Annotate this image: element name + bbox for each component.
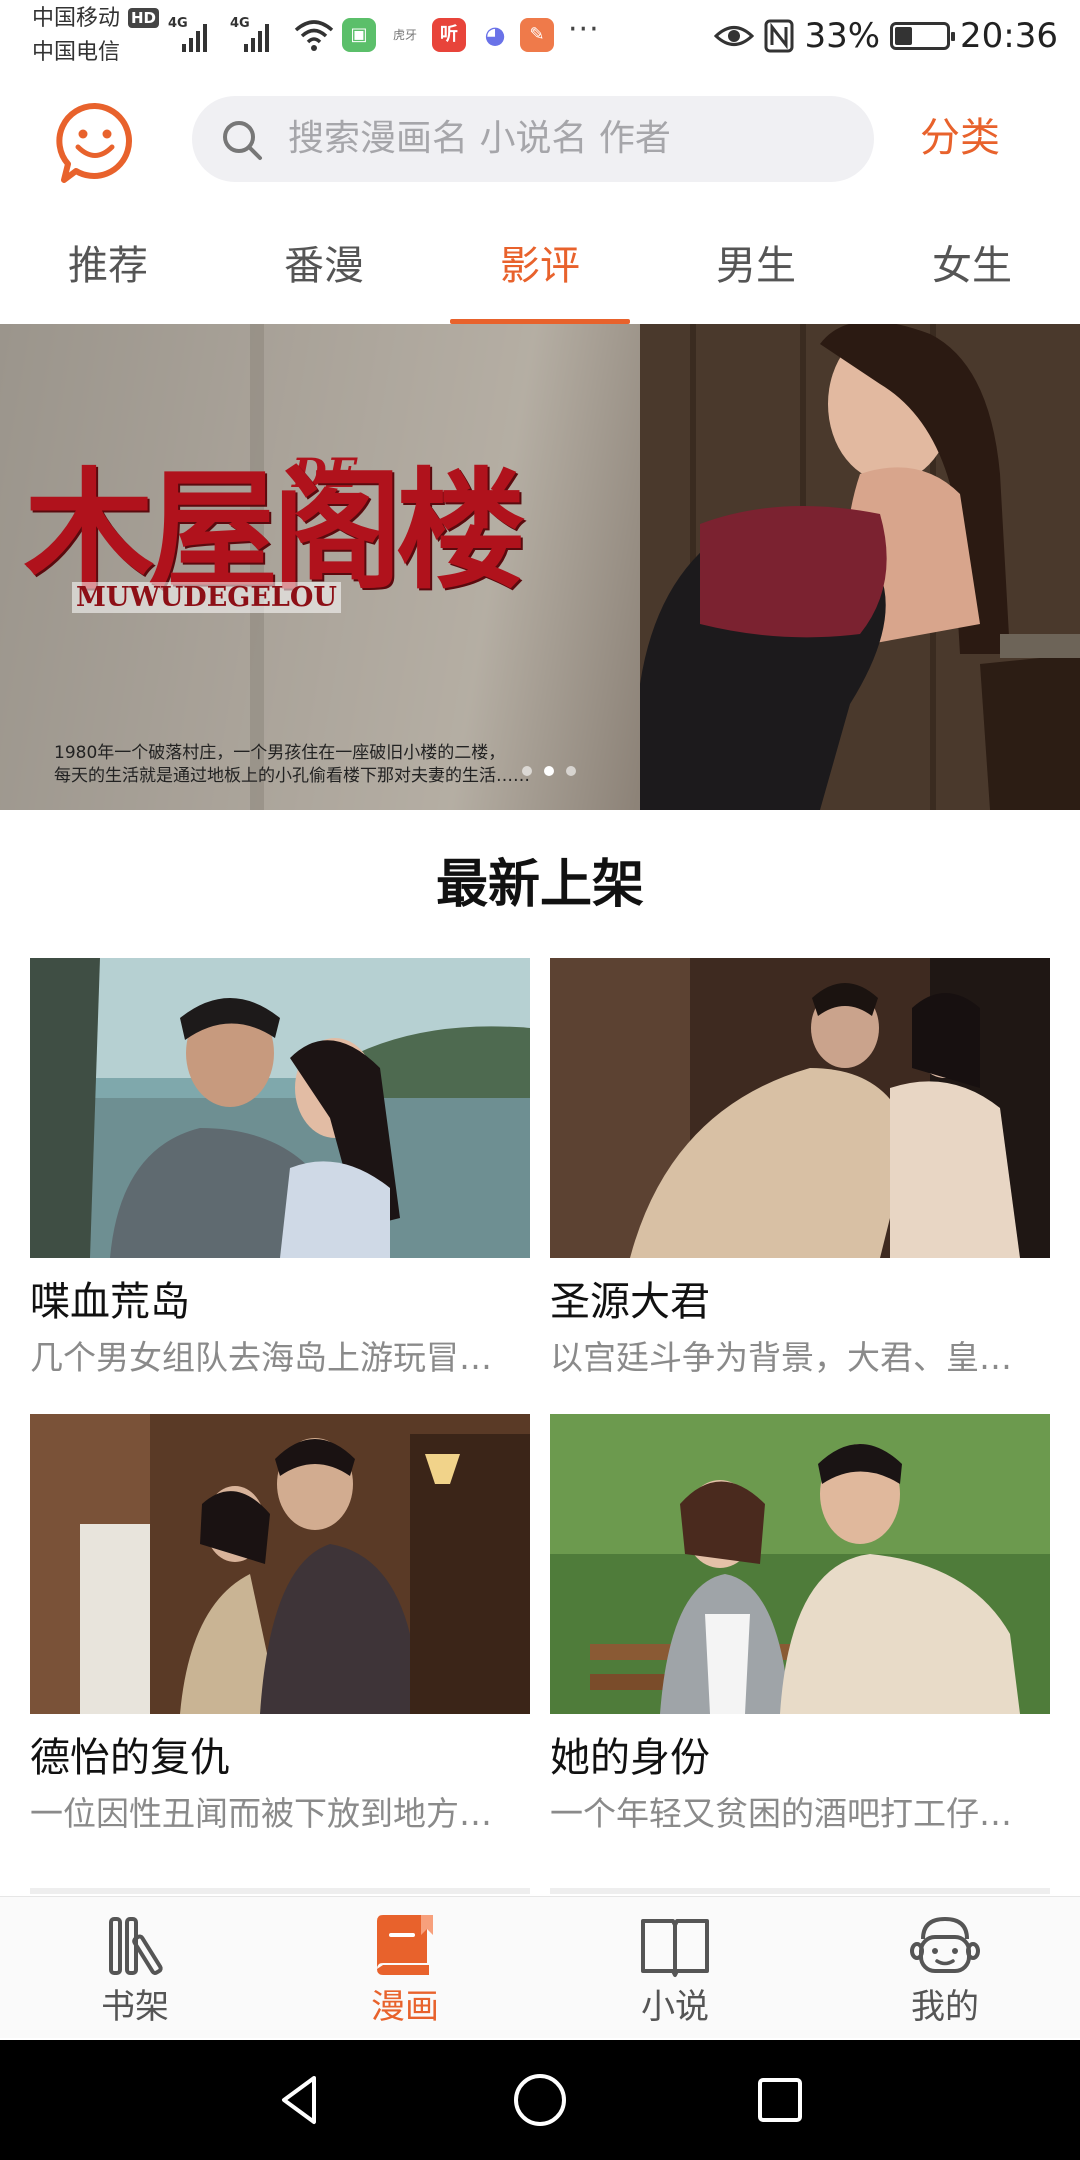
tab-label: 影评 <box>500 243 580 289</box>
bottom-navigation: 书架 漫画 小说 我的 <box>0 1896 1080 2038</box>
card-thumbnail <box>550 958 1050 1258</box>
nav-label: 小说 <box>641 1987 709 2027</box>
open-book-icon <box>641 1919 709 1977</box>
signal-1-icon: 4G <box>168 16 214 52</box>
title-card[interactable]: 她的身份 一个年轻又贫困的酒吧打工仔… <box>550 1414 1050 1834</box>
wifi-icon <box>294 20 334 51</box>
nav-label: 漫画 <box>371 1987 439 2027</box>
tab-label: 推荐 <box>68 243 148 289</box>
section-heading: 最新上架 <box>435 855 644 915</box>
card-title: 圣源大君 <box>550 1279 710 1325</box>
card-title: 她的身份 <box>550 1735 710 1781</box>
battery-icon <box>890 22 956 50</box>
recents-icon[interactable] <box>750 2070 810 2130</box>
top-header: 搜索漫画名 小说名 作者 分类 <box>0 78 1080 198</box>
status-bar: 中国移动 中国电信 HD 4G 4G ▣ 虎牙 听 ◕ ✎ ··· 33% 20… <box>0 0 1080 78</box>
eye-comfort-icon <box>714 26 755 46</box>
profile-face-icon <box>910 1916 980 1973</box>
back-icon[interactable] <box>270 2070 330 2130</box>
card-title: 喋血荒岛 <box>30 1279 190 1325</box>
banner-dot[interactable] <box>522 766 532 776</box>
tab-recommend[interactable]: 推荐 <box>0 208 216 324</box>
battery-percent: 33% <box>804 16 881 56</box>
banner-caption-line: 1980年一个破落村庄，一个男孩住在一座破旧小楼的二楼， <box>54 743 506 763</box>
tab-label: 番漫 <box>284 243 364 289</box>
search-placeholder: 搜索漫画名 小说名 作者 <box>288 118 671 159</box>
card-description: 几个男女组队去海岛上游玩冒… <box>30 1338 492 1377</box>
category-button[interactable]: 分类 <box>920 112 1000 164</box>
card-thumbnail <box>30 958 530 1258</box>
system-navigation-bar <box>0 2040 1080 2160</box>
nav-novel[interactable]: 小说 <box>540 1897 810 2038</box>
tab-fanman[interactable]: 番漫 <box>216 208 432 324</box>
overflow-dots-icon: ··· <box>568 12 600 47</box>
title-card[interactable]: 德怡的复仇 一位因性丑闻而被下放到地方… <box>30 1414 530 1834</box>
category-tabs: 推荐 番漫 影评 男生 女生 <box>0 208 1080 324</box>
tab-label: 女生 <box>932 243 1012 289</box>
banner-dot[interactable] <box>544 766 554 776</box>
card-description: 一位因性丑闻而被下放到地方… <box>30 1794 492 1833</box>
tab-male[interactable]: 男生 <box>648 208 864 324</box>
nfc-icon <box>764 19 794 53</box>
huya-app-icon: 虎牙 <box>388 18 422 52</box>
hd-badge: HD <box>128 8 160 28</box>
status-right-group: 33% 20:36 <box>714 14 1058 58</box>
card-description: 一个年轻又贫困的酒吧打工仔… <box>550 1794 1012 1833</box>
card-description: 以宫廷斗争为背景，大君、皇… <box>550 1338 1012 1377</box>
tab-female[interactable]: 女生 <box>864 208 1080 324</box>
green-app-icon: ▣ <box>342 18 376 52</box>
search-input[interactable]: 搜索漫画名 小说名 作者 <box>192 96 874 182</box>
banner-dot[interactable] <box>566 766 576 776</box>
home-icon[interactable] <box>510 2070 570 2130</box>
banner-pagination[interactable] <box>522 766 576 776</box>
bookshelf-icon <box>109 1917 163 1975</box>
card-title: 德怡的复仇 <box>30 1735 230 1781</box>
tab-label: 男生 <box>716 243 796 289</box>
ting-app-icon: 听 <box>432 18 466 52</box>
nav-label: 我的 <box>911 1987 979 2027</box>
carrier-primary: 中国移动 <box>32 6 121 31</box>
battery-level-fill <box>895 27 913 45</box>
tab-film-review[interactable]: 影评 <box>432 208 648 324</box>
banner-caption-line: 每天的生活就是通过地板上的小孔偷看楼下那对夫妻的生活…… <box>54 766 530 786</box>
comic-book-icon <box>377 1915 433 1975</box>
title-card[interactable]: 喋血荒岛 几个男女组队去海岛上游玩冒… <box>30 958 530 1378</box>
nav-label: 书架 <box>101 1987 169 2027</box>
nav-comic[interactable]: 漫画 <box>270 1897 540 2038</box>
signal-2-icon: 4G <box>230 16 276 52</box>
nav-profile[interactable]: 我的 <box>810 1897 1080 2038</box>
title-card[interactable]: 圣源大君 以宫廷斗争为背景，大君、皇… <box>550 958 1050 1378</box>
card-thumbnail <box>30 1414 530 1714</box>
orange-app-icon: ✎ <box>520 18 554 52</box>
banner-subtitle: MUWUDEGELOU <box>72 582 341 613</box>
banner-caption: 1980年一个破落村庄，一个男孩住在一座破旧小楼的二楼， 每天的生活就是通过地板… <box>54 742 530 788</box>
search-icon <box>223 121 262 160</box>
card-thumbnail <box>550 1414 1050 1714</box>
smiley-chat-logo-icon[interactable] <box>56 102 134 184</box>
clock: 20:36 <box>960 16 1058 56</box>
carrier-secondary: 中国电信 <box>32 40 121 65</box>
next-row-peek <box>30 1888 1050 1894</box>
nav-bookshelf[interactable]: 书架 <box>0 1897 270 2038</box>
chat-app-icon: ◕ <box>478 18 512 52</box>
hero-banner[interactable]: DE 木屋阁楼 MUWUDEGELOU 1980年一个破落村庄，一个男孩住在一座… <box>0 324 1080 810</box>
